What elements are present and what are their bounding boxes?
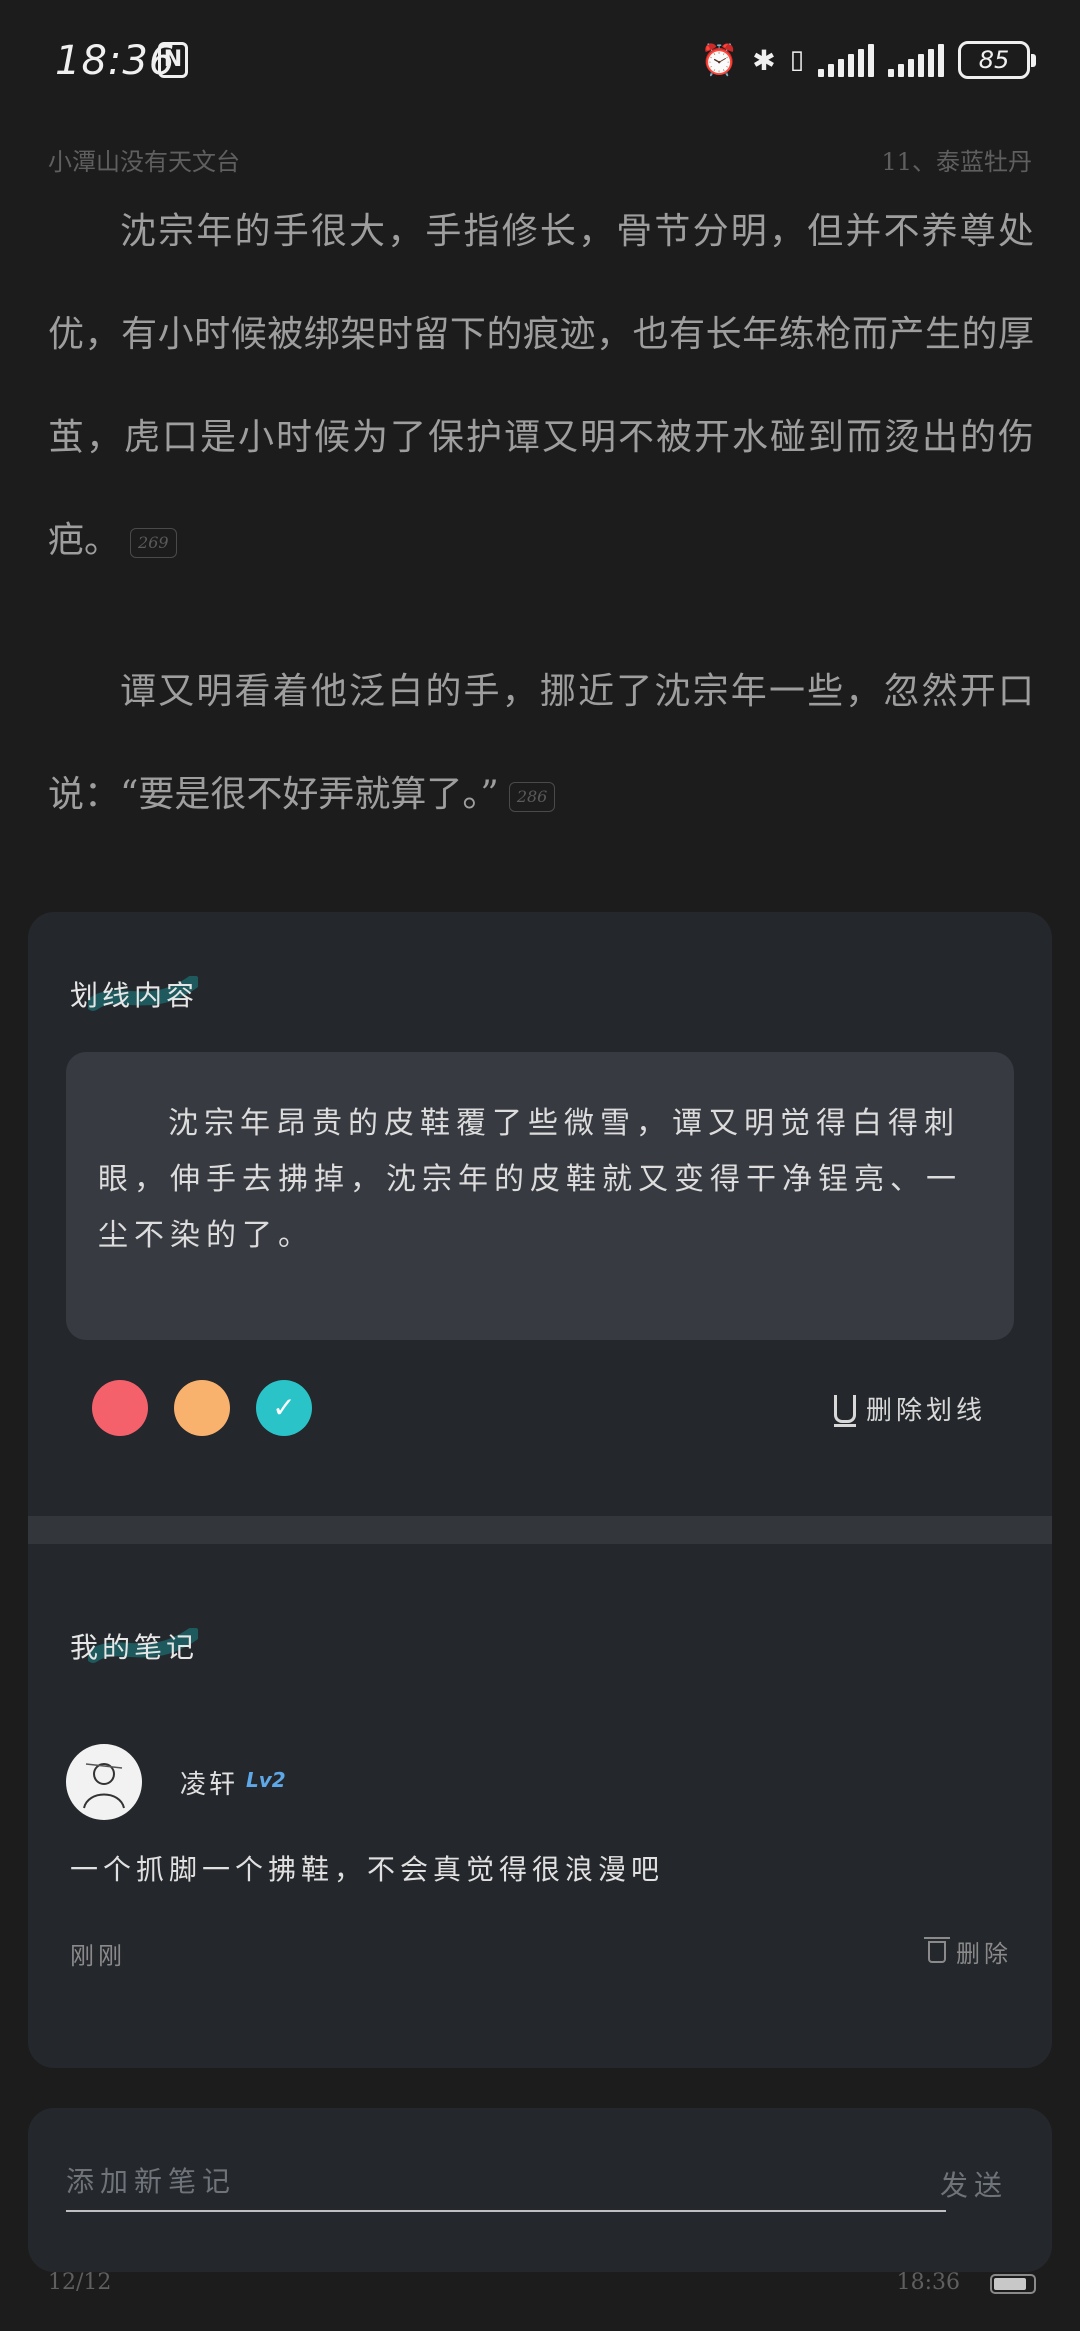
- paragraph-comment-count[interactable]: 269: [130, 528, 177, 558]
- page-number: 12/12: [48, 2270, 112, 2295]
- vibrate-icon: ▯: [789, 45, 804, 75]
- section-divider: [28, 1516, 1052, 1544]
- color-teal-option[interactable]: ✓: [256, 1380, 312, 1436]
- note-composer: 发送: [28, 2108, 1052, 2272]
- book-title: 小潭山没有天文台: [48, 148, 240, 176]
- delete-underline-button[interactable]: 删除划线: [833, 1390, 986, 1427]
- paragraph-text: 沈宗年的手很大，手指修长，骨节分明，但并不养尊处优，有小时候被绑架时留下的痕迹，…: [48, 211, 1034, 561]
- footer-time: 18:36: [896, 2270, 960, 2295]
- color-orange-option[interactable]: [174, 1380, 230, 1436]
- status-bar: 18:36 N ⏰ ✱ ▯ 85: [0, 0, 1080, 120]
- footer-battery-icon: [990, 2274, 1036, 2294]
- nfc-icon: N: [158, 42, 188, 78]
- underline-icon: [833, 1394, 856, 1427]
- reader-content: 沈宗年的手很大，手指修长，骨节分明，但并不养尊处优，有小时候被绑架时留下的痕迹，…: [48, 180, 1034, 894]
- battery-level: 85: [978, 46, 1010, 74]
- signal-icon: [888, 43, 944, 77]
- highlight-section-title: 划线内容: [70, 979, 199, 1012]
- trash-icon: [924, 1936, 950, 1963]
- send-button[interactable]: 发送: [940, 2164, 1008, 2204]
- highlight-panel: 划线内容 沈宗年昂贵的皮鞋覆了些微雪，谭又明觉得白得刺眼，伸手去拂掉，沈宗年的皮…: [28, 912, 1052, 2068]
- paragraph-comment-count[interactable]: 286: [508, 782, 556, 812]
- chapter-title: 11、泰蓝牡丹: [881, 148, 1032, 176]
- battery-icon: 85: [958, 41, 1036, 79]
- notes-section-title: 我的笔记: [70, 1631, 199, 1664]
- delete-note-label: 删除: [956, 1940, 1012, 1968]
- bluetooth-icon: ✱: [752, 43, 776, 77]
- color-red-option[interactable]: [92, 1380, 148, 1436]
- note-username[interactable]: 凌轩: [180, 1764, 238, 1801]
- note-text: 一个抓脚一个拂鞋，不会真觉得很浪漫吧: [70, 1853, 665, 1886]
- delete-note-button[interactable]: 删除: [924, 1934, 1012, 1969]
- alarm-icon: ⏰: [700, 42, 739, 78]
- signal-icon: [818, 43, 874, 77]
- highlight-quote: 沈宗年昂贵的皮鞋覆了些微雪，谭又明觉得白得刺眼，伸手去拂掉，沈宗年的皮鞋就又变得…: [66, 1052, 1014, 1340]
- user-level-badge: Lv2: [246, 1768, 286, 1792]
- avatar[interactable]: [66, 1744, 142, 1820]
- status-icons: ⏰ ✱ ▯ 85: [700, 38, 1036, 82]
- paragraph[interactable]: 沈宗年的手很大，手指修长，骨节分明，但并不养尊处优，有小时候被绑架时留下的痕迹，…: [48, 180, 1034, 592]
- new-note-input[interactable]: [66, 2152, 946, 2212]
- avatar-image: [83, 1763, 125, 1809]
- paragraph[interactable]: 谭又明看着他泛白的手，挪近了沈宗年一些，忽然开口说：“要是很不好弄就算了。” 28…: [48, 640, 1034, 846]
- note-time: 刚刚: [70, 1942, 126, 1970]
- delete-underline-label: 删除划线: [865, 1396, 986, 1426]
- check-icon: ✓: [272, 1391, 296, 1424]
